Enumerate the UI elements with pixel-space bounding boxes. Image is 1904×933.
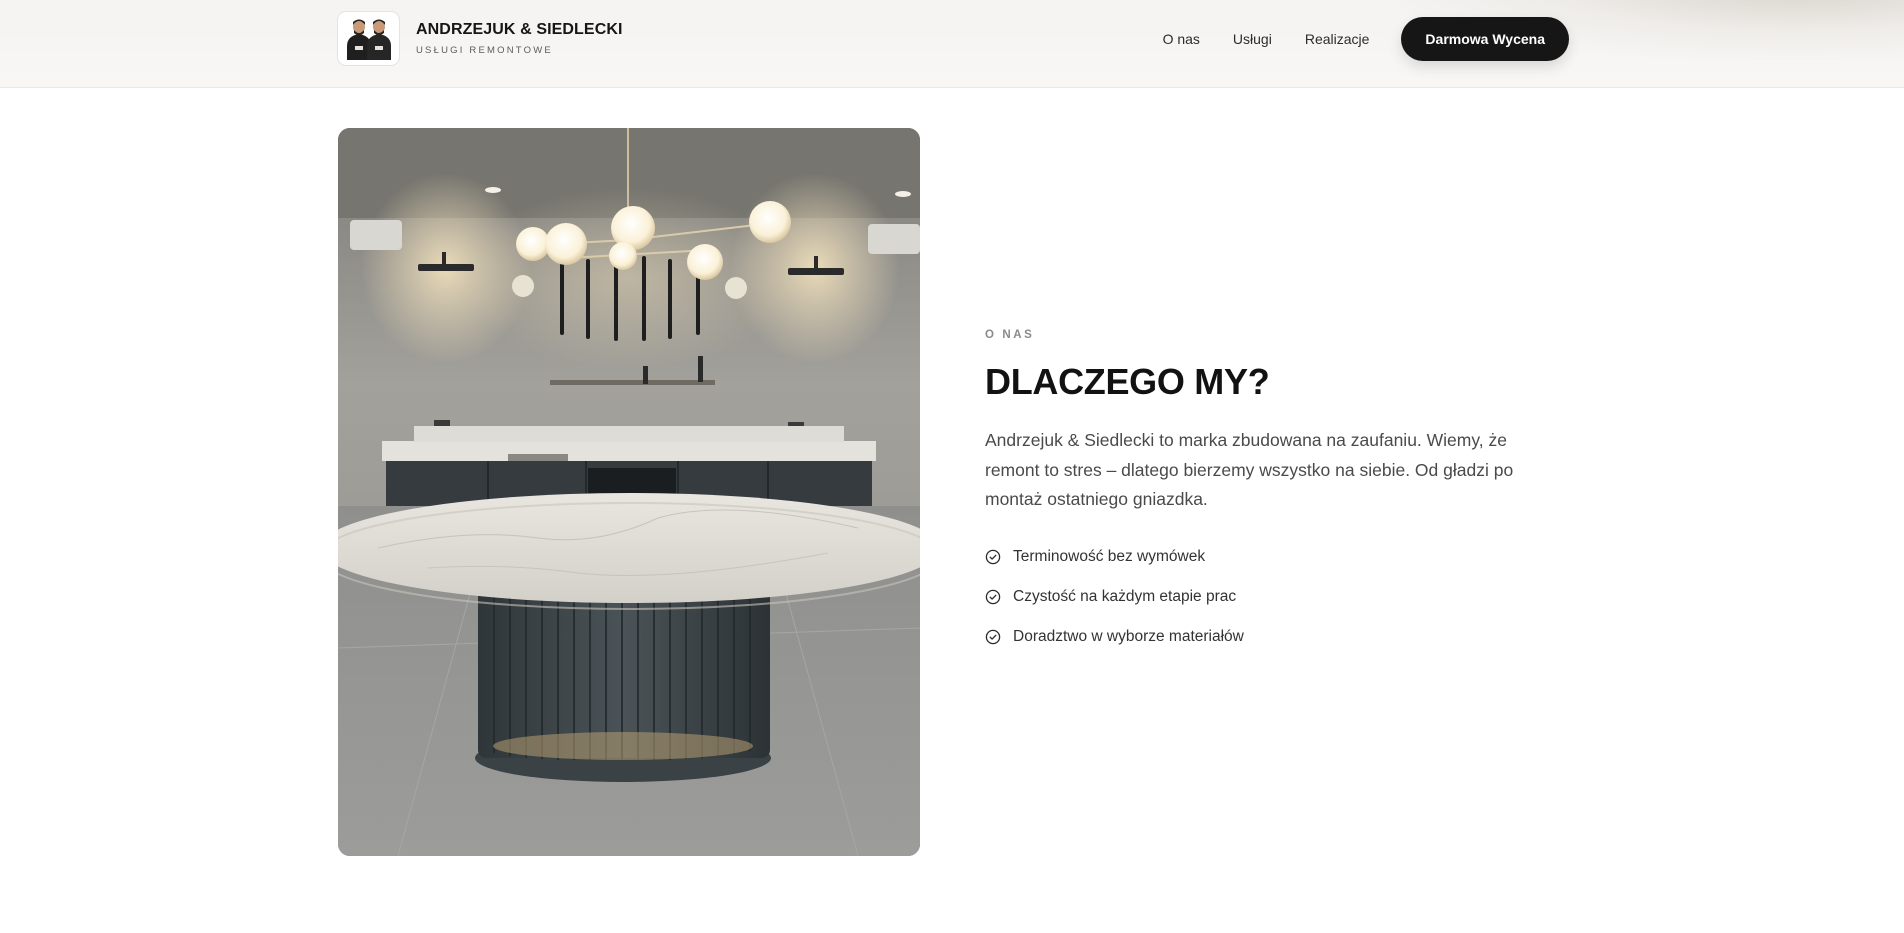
nav-link-projects[interactable]: Realizacje (1305, 17, 1370, 61)
feature-list: Terminowość bez wymówek Czystość na każd… (985, 537, 1565, 657)
kitchen-interior-photo-icon (338, 128, 920, 856)
feature-text: Doradztwo w wyborze materiałów (1013, 627, 1244, 645)
about-section: O NAS DLACZEGO MY? Andrzejuk & Siedlecki… (985, 327, 1565, 657)
check-circle-icon (985, 549, 1001, 565)
nav-link-about[interactable]: O nas (1163, 17, 1200, 61)
free-quote-button[interactable]: Darmowa Wycena (1401, 17, 1569, 61)
nav-link-services[interactable]: Usługi (1233, 17, 1272, 61)
brand-name: ANDRZEJUK & SIEDLECKI (416, 21, 623, 38)
check-circle-icon (985, 589, 1001, 605)
brand-home-link[interactable]: ANDRZEJUK & SIEDLECKI USŁUGI REMONTOWE (337, 11, 623, 66)
section-title: DLACZEGO MY? (985, 361, 1270, 402)
feature-item: Terminowość bez wymówek (985, 537, 1565, 577)
check-circle-icon (985, 629, 1001, 645)
two-workers-logo-icon (337, 11, 400, 66)
feature-text: Czystość na każdym etapie prac (1013, 587, 1237, 605)
section-description: Andrzejuk & Siedlecki to marka zbudowana… (985, 430, 1514, 509)
section-eyebrow: O NAS (985, 329, 1035, 341)
feature-item: Czystość na każdym etapie prac (985, 577, 1565, 617)
feature-text: Terminowość bez wymówek (1013, 547, 1206, 565)
main-nav: O nas Usługi Realizacje Darmowa Wycena (1163, 17, 1569, 61)
brand-tagline: USŁUGI REMONTOWE (416, 45, 553, 56)
site-header: ANDRZEJUK & SIEDLECKI USŁUGI REMONTOWE O… (0, 0, 1904, 88)
brand-text: ANDRZEJUK & SIEDLECKI USŁUGI REMONTOWE (416, 20, 623, 57)
feature-item: Doradztwo w wyborze materiałów (985, 617, 1565, 657)
